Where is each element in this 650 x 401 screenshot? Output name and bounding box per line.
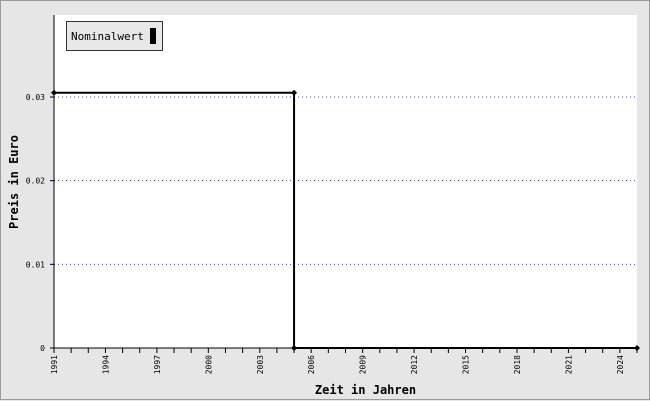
y-tick-label: 0.02 [26,177,45,186]
x-tick-label: 1997 [153,355,162,374]
x-tick-label: 1991 [50,355,59,374]
x-tick-label: 2012 [410,355,419,374]
legend: Nominalwert [66,21,163,51]
x-tick-label: 2015 [462,355,471,374]
x-axis-title: Zeit in Jahren [315,383,416,397]
data-point [291,89,298,96]
x-tick-label: 2024 [616,355,625,374]
y-axis-title: Preis in Euro [7,135,21,229]
chart-svg: 0 0.01 0.02 0.03 1991 1994 1997 2000 2003 2006 200… [7,15,640,397]
chart-frame: 0 0.01 0.02 0.03 1991 1994 1997 2000 2003 2006 200… [0,0,650,400]
x-tick-label: 2018 [513,355,522,374]
x-tick-label: 2003 [256,355,265,374]
y-tick-label: 0.03 [26,93,45,102]
x-tick-label: 2021 [564,355,573,374]
x-tick-label: 2009 [359,355,368,374]
x-tick-label: 2000 [204,355,213,374]
legend-swatch [149,28,156,44]
y-tick-label: 0.01 [26,260,45,269]
y-tick-label: 0 [40,344,45,353]
series-line [54,91,637,349]
x-tick-label: 2006 [307,355,316,374]
data-point [634,345,640,351]
x-tick-label: 1994 [101,355,110,374]
data-point [51,89,57,96]
legend-label: Nominalwert [71,29,144,43]
data-point [291,345,298,351]
